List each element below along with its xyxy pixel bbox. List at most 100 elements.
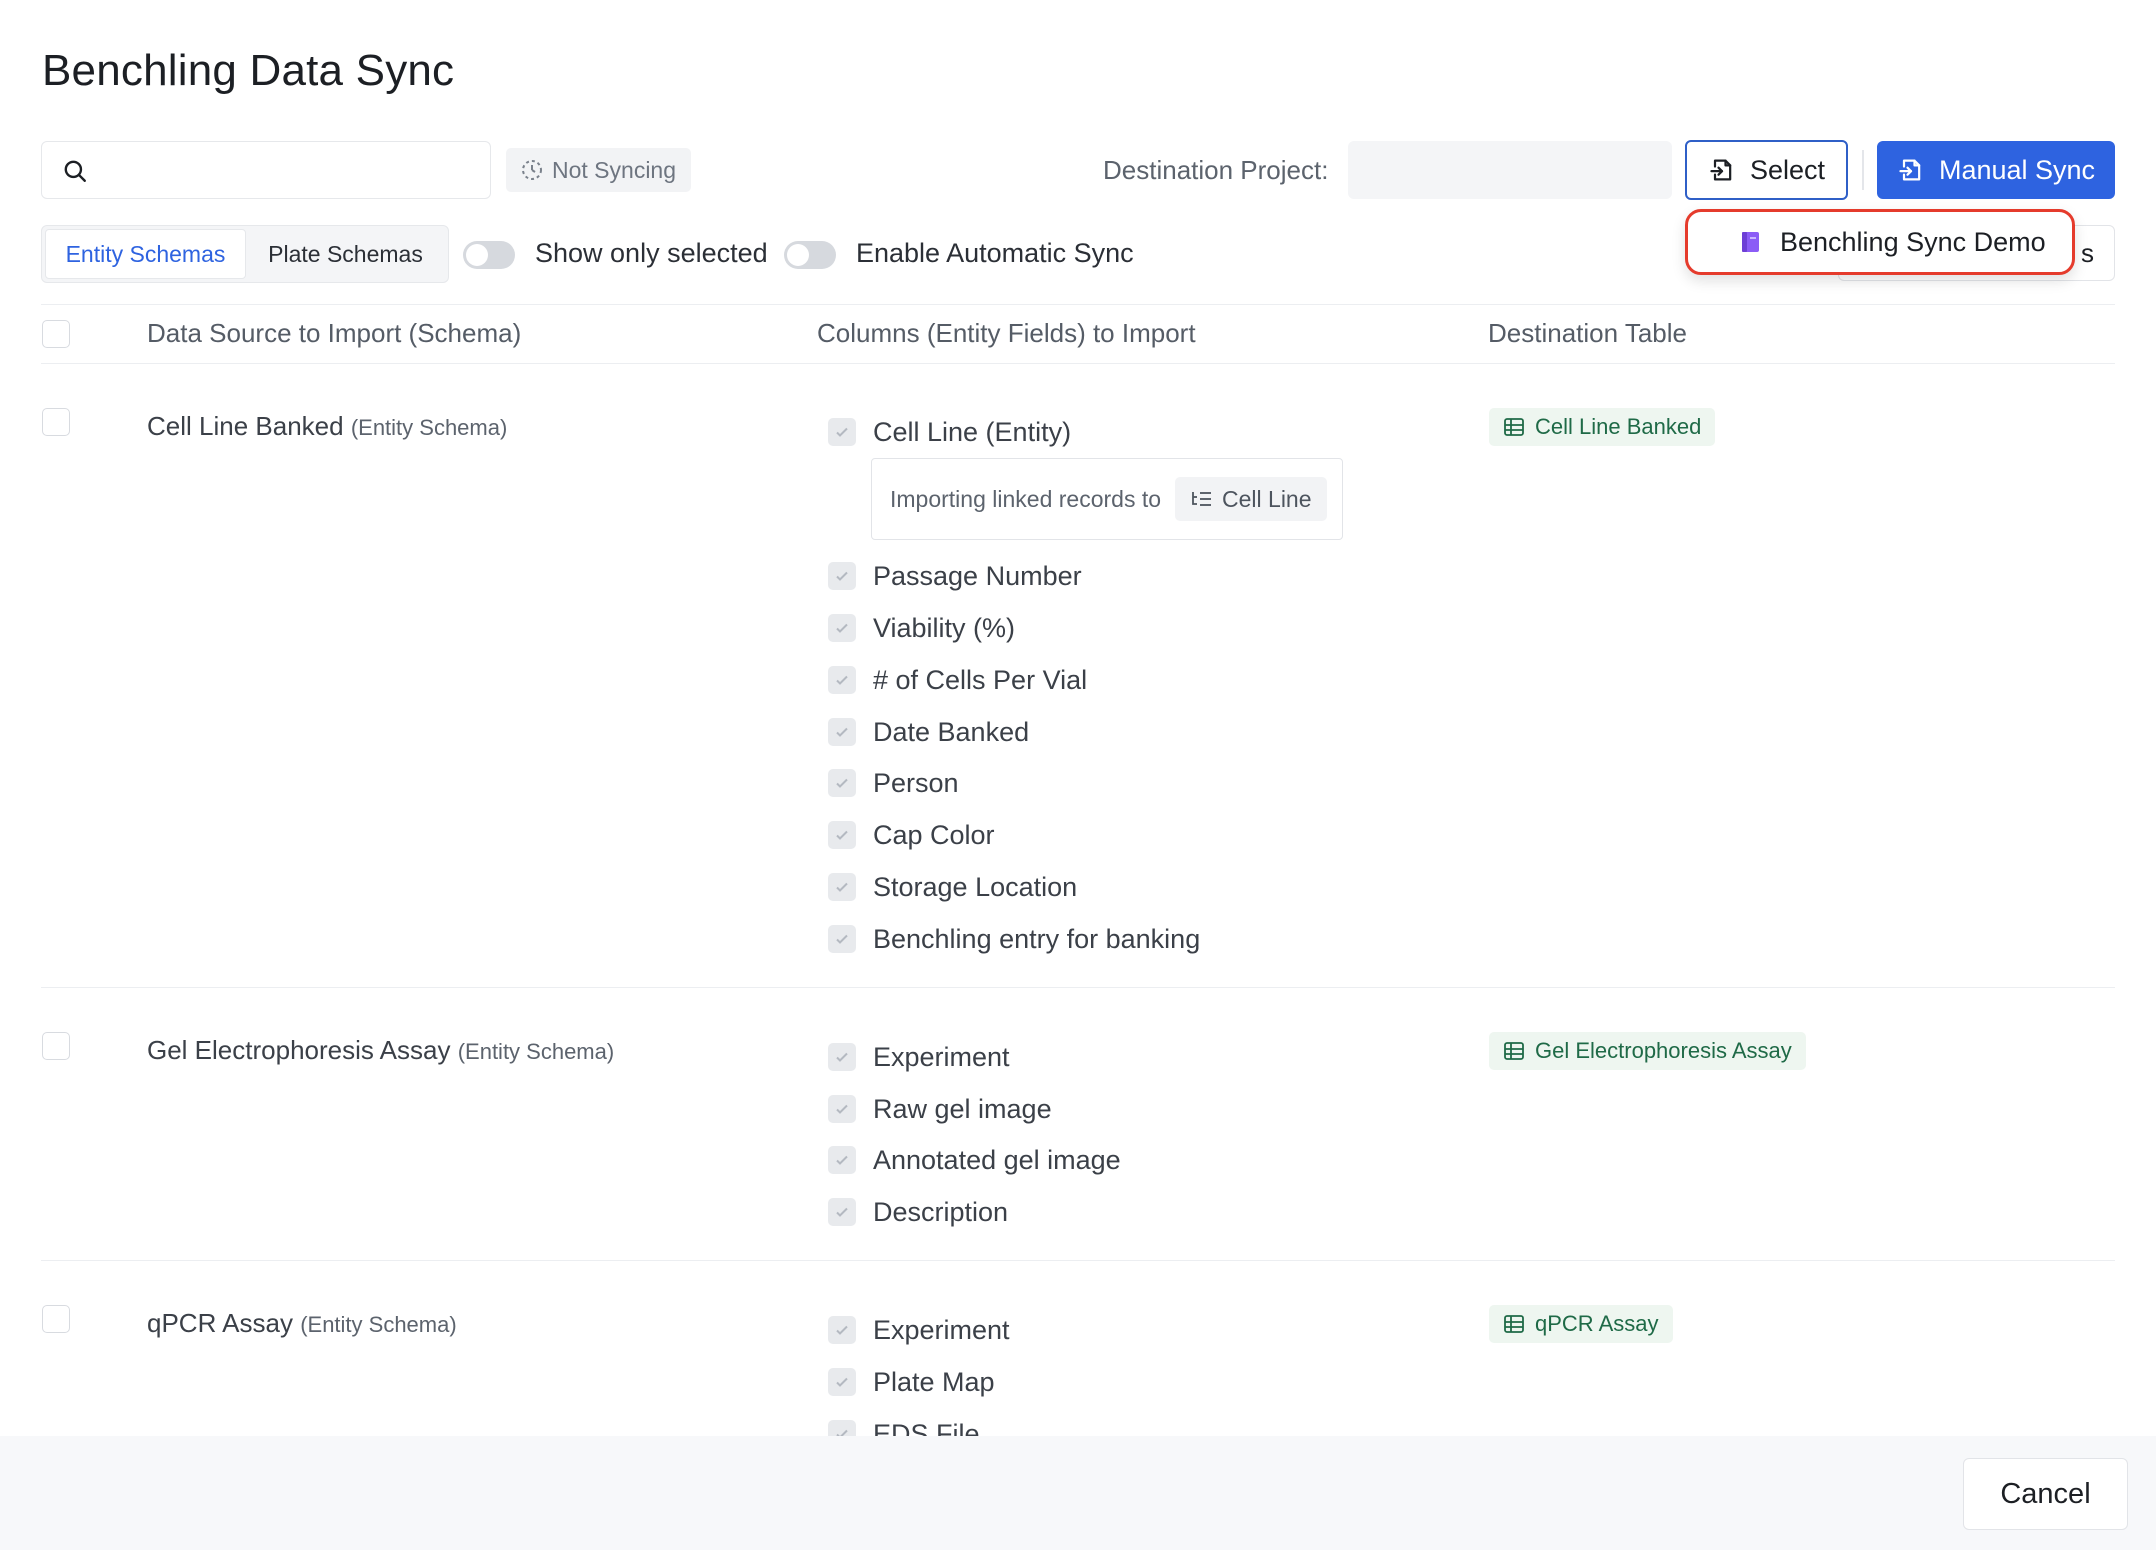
field-item[interactable]: Raw gel image	[828, 1093, 1052, 1125]
row-divider	[41, 987, 2115, 988]
field-checkbox[interactable]	[828, 769, 856, 797]
row-divider	[41, 1260, 2115, 1261]
table-icon	[1504, 1315, 1524, 1333]
field-item[interactable]: Annotated gel image	[828, 1144, 1121, 1176]
destination-table-label: Gel Electrophoresis Assay	[1535, 1038, 1792, 1063]
check-icon	[836, 778, 848, 788]
field-label: Storage Location	[873, 871, 1078, 902]
schema-type: (Entity Schema)	[350, 415, 508, 440]
field-checkbox[interactable]	[828, 1368, 856, 1396]
dashed-circle-icon	[522, 160, 542, 180]
field-item[interactable]: Passage Number	[828, 560, 1082, 592]
field-checkbox[interactable]	[828, 1043, 856, 1071]
linked-table-label: Cell Line	[1222, 485, 1312, 512]
field-item[interactable]: Cell Line (Entity)	[828, 416, 1071, 448]
table-header-divider	[41, 363, 2115, 364]
select-button-label: Select	[1749, 154, 1826, 185]
field-label: Plate Map	[873, 1366, 995, 1397]
schema-type: (Entity Schema)	[300, 1312, 457, 1337]
destination-table-chip[interactable]: qPCR Assay	[1489, 1305, 1673, 1343]
field-checkbox[interactable]	[828, 821, 856, 849]
linked-records-text: Importing linked records to	[890, 485, 1162, 512]
tab-plate-schemas[interactable]: Plate Schemas	[246, 229, 445, 279]
field-label: Annotated gel image	[873, 1144, 1121, 1175]
field-item[interactable]: Plate Map	[828, 1366, 995, 1398]
field-checkbox[interactable]	[828, 1146, 856, 1174]
check-icon	[836, 1104, 848, 1114]
row-checkbox[interactable]	[42, 1032, 70, 1060]
field-checkbox[interactable]	[828, 1316, 856, 1344]
benchling-sync-dialog: Benchling Data Sync Not Syncing Destinat…	[0, 0, 2156, 1550]
destination-table-label: Cell Line Banked	[1535, 414, 1702, 439]
field-label: Experiment	[873, 1314, 1010, 1345]
destination-table-chip[interactable]: Gel Electrophoresis Assay	[1489, 1032, 1806, 1070]
field-label: Raw gel image	[873, 1093, 1052, 1124]
schema-name: qPCR Assay (Entity Schema)	[147, 1308, 457, 1339]
table-icon	[1504, 418, 1524, 436]
field-item[interactable]: Date Banked	[828, 716, 1029, 748]
table-icon	[1504, 1042, 1524, 1060]
check-icon	[836, 675, 848, 685]
field-label: Viability (%)	[873, 612, 1016, 643]
tab-entity-schemas[interactable]: Entity Schemas	[45, 229, 246, 279]
field-checkbox[interactable]	[828, 1198, 856, 1226]
dialog-footer	[0, 1436, 2156, 1550]
field-item[interactable]: Description	[828, 1196, 1008, 1228]
destination-project-field[interactable]	[1348, 141, 1672, 199]
check-icon	[836, 934, 848, 944]
check-icon	[836, 1377, 848, 1387]
header-destination: Destination Table	[1488, 318, 1687, 348]
field-item[interactable]: Experiment	[828, 1314, 1010, 1346]
header-columns: Columns (Entity Fields) to Import	[817, 318, 1196, 348]
search-input[interactable]	[41, 141, 491, 199]
field-item[interactable]: Benchling entry for banking	[828, 923, 1200, 955]
destination-table-chip[interactable]: Cell Line Banked	[1489, 408, 1716, 446]
table-top-divider	[41, 304, 2115, 305]
project-option-label: Benchling Sync Demo	[1780, 226, 2046, 257]
field-checkbox[interactable]	[828, 666, 856, 694]
field-item[interactable]: Storage Location	[828, 871, 1077, 903]
field-item[interactable]: Viability (%)	[828, 612, 1015, 644]
schema-name: Gel Electrophoresis Assay (Entity Schema…	[147, 1035, 614, 1066]
field-checkbox[interactable]	[828, 614, 856, 642]
check-icon	[836, 1325, 848, 1335]
file-import-icon	[1710, 159, 1732, 181]
schema-name-label: Gel Electrophoresis Assay	[147, 1035, 451, 1065]
destination-project-label: Destination Project:	[1103, 155, 1329, 185]
field-item[interactable]: Person	[828, 767, 959, 799]
row-checkbox[interactable]	[42, 408, 70, 436]
show-only-selected-toggle[interactable]	[463, 241, 515, 269]
check-icon	[836, 1052, 848, 1062]
cancel-button[interactable]: Cancel	[1963, 1458, 2128, 1530]
field-checkbox[interactable]	[828, 925, 856, 953]
check-icon	[836, 830, 848, 840]
field-checkbox[interactable]	[828, 562, 856, 590]
linked-table-chip[interactable]: Cell Line	[1175, 477, 1327, 521]
check-icon	[836, 623, 848, 633]
toolbar-divider	[1862, 150, 1864, 190]
check-icon	[836, 727, 848, 737]
row-checkbox[interactable]	[42, 1305, 70, 1333]
check-icon	[836, 1207, 848, 1217]
manual-sync-button[interactable]: Manual Sync	[1877, 141, 2115, 199]
schema-name-label: Cell Line Banked	[147, 411, 344, 441]
schema-tabs: Entity Schemas Plate Schemas	[41, 225, 449, 283]
field-item[interactable]: Experiment	[828, 1041, 1010, 1073]
field-checkbox[interactable]	[828, 718, 856, 746]
field-item[interactable]: Cap Color	[828, 819, 995, 851]
field-item[interactable]: # of Cells Per Vial	[828, 664, 1087, 696]
field-label: Benchling entry for banking	[873, 923, 1201, 954]
schema-type: (Entity Schema)	[457, 1039, 615, 1064]
auto-sync-toggle[interactable]	[784, 241, 836, 269]
linked-records-info: Importing linked records to Cell Line	[871, 458, 1343, 540]
field-checkbox[interactable]	[828, 873, 856, 901]
field-checkbox[interactable]	[828, 418, 856, 446]
field-checkbox[interactable]	[828, 1095, 856, 1123]
destination-table-label: qPCR Assay	[1535, 1311, 1659, 1336]
header-data-source: Data Source to Import (Schema)	[147, 318, 522, 348]
select-all-checkbox[interactable]	[42, 320, 70, 348]
select-button[interactable]: Select	[1685, 140, 1848, 200]
file-sync-icon	[1899, 159, 1921, 181]
check-icon	[836, 882, 848, 892]
project-dropdown-option[interactable]: Benchling Sync Demo	[1685, 209, 2075, 275]
